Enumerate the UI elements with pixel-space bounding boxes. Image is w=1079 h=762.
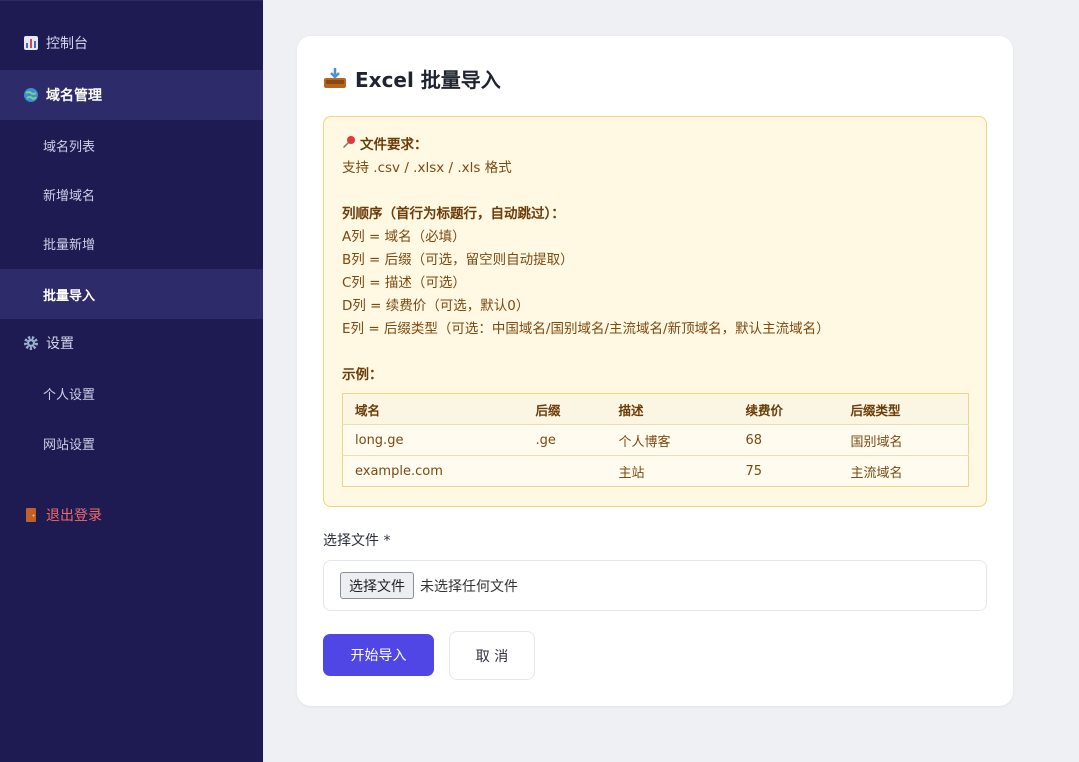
choose-file-button[interactable]: 选择文件 — [340, 572, 414, 599]
table-cell: 主流域名 — [838, 455, 969, 487]
table-header-cell: 后缀 — [523, 393, 607, 425]
table-header-cell: 描述 — [606, 393, 734, 425]
cancel-button[interactable]: 取 消 — [449, 631, 535, 680]
sidebar-item-label: 网站设置 — [43, 437, 96, 453]
globe-icon — [22, 86, 40, 104]
notice-heading: 文件要求： — [342, 135, 428, 155]
notice-example-heading: 示例： — [342, 367, 383, 383]
table-header-cell: 后缀类型 — [838, 393, 969, 425]
file-field-label: 选择文件 * — [323, 533, 391, 549]
table-cell: example.com — [342, 455, 524, 487]
sidebar-item-label: 批量导入 — [43, 288, 96, 304]
table-header-cell: 域名 — [342, 393, 524, 425]
table-cell: 个人博客 — [606, 424, 734, 456]
column-rule: A列 = 域名（必填） — [342, 229, 466, 245]
sidebar-item-settings[interactable]: 设置 — [0, 318, 263, 368]
sidebar-item-label: 控制台 — [46, 36, 88, 52]
sidebar-item-batch-import[interactable]: 批量导入 — [0, 269, 263, 319]
example-table: 域名 后缀 描述 续费价 后缀类型 long.ge .ge 个人博客 68 国别… — [342, 393, 969, 487]
sidebar-item-site-settings[interactable]: 网站设置 — [0, 418, 263, 468]
table-header-row: 域名 后缀 描述 续费价 后缀类型 — [342, 393, 969, 425]
sidebar-item-personal-settings[interactable]: 个人设置 — [0, 368, 263, 418]
sidebar-item-logout[interactable]: 退出登录 — [0, 490, 263, 540]
table-cell: 68 — [733, 424, 839, 456]
sidebar-item-dashboard[interactable]: 控制台 — [0, 18, 263, 68]
table-cell: 75 — [733, 455, 839, 487]
file-status-text: 未选择任何文件 — [420, 578, 518, 595]
sidebar-item-label: 设置 — [46, 336, 74, 352]
sidebar-item-label: 域名列表 — [43, 139, 96, 155]
column-rule: C列 = 描述（可选） — [342, 275, 466, 291]
notice-formats: 支持 .csv / .xlsx / .xls 格式 — [342, 160, 512, 176]
sidebar-item-label: 退出登录 — [46, 508, 102, 524]
sidebar-item-label: 新增域名 — [43, 188, 96, 204]
column-rule: D列 = 续费价（可选，默认0） — [342, 298, 530, 314]
gear-icon — [22, 334, 40, 352]
table-cell: .ge — [523, 424, 607, 456]
sidebar-item-label: 域名管理 — [46, 88, 102, 104]
sidebar-item-domain-list[interactable]: 域名列表 — [0, 120, 263, 170]
table-cell: 国别域名 — [838, 424, 969, 456]
file-requirements-notice: 文件要求： 支持 .csv / .xlsx / .xls 格式 列顺序（首行为标… — [323, 116, 987, 507]
sidebar: 控制台 域名管理 域名列表 新增域名 批量新增 批量导入 设置 个人设置 网站设… — [0, 0, 263, 762]
column-rule: E列 = 后缀类型（可选：中国域名/国别域名/主流域名/新顶域名，默认主流域名） — [342, 321, 830, 337]
notice-order-heading: 列顺序（首行为标题行，自动跳过）： — [342, 206, 565, 222]
table-header-cell: 续费价 — [733, 393, 839, 425]
door-icon — [22, 506, 40, 524]
import-card: Excel 批量导入 文件要求： 支持 .csv / .xlsx / .xls … — [297, 36, 1013, 706]
chart-icon — [22, 34, 40, 52]
file-input[interactable]: 选择文件 未选择任何文件 — [323, 560, 987, 611]
page-title-text: Excel 批量导入 — [355, 67, 501, 92]
pushpin-icon — [342, 135, 360, 155]
table-cell: long.ge — [342, 424, 524, 456]
page-title: Excel 批量导入 — [323, 64, 501, 92]
table-cell: 主站 — [606, 455, 734, 487]
sidebar-item-domain-management[interactable]: 域名管理 — [0, 70, 263, 120]
start-import-button[interactable]: 开始导入 — [323, 634, 434, 676]
table-row: long.ge .ge 个人博客 68 国别域名 — [342, 424, 969, 456]
sidebar-item-label: 批量新增 — [43, 237, 96, 253]
column-rule: B列 = 后缀（可选，留空则自动提取） — [342, 252, 574, 268]
sidebar-item-batch-add[interactable]: 批量新增 — [0, 218, 263, 268]
sidebar-item-label: 个人设置 — [43, 387, 96, 403]
table-row: example.com 主站 75 主流域名 — [342, 455, 969, 487]
inbox-tray-icon — [323, 66, 349, 90]
sidebar-item-add-domain[interactable]: 新增域名 — [0, 169, 263, 219]
table-cell — [523, 455, 607, 487]
